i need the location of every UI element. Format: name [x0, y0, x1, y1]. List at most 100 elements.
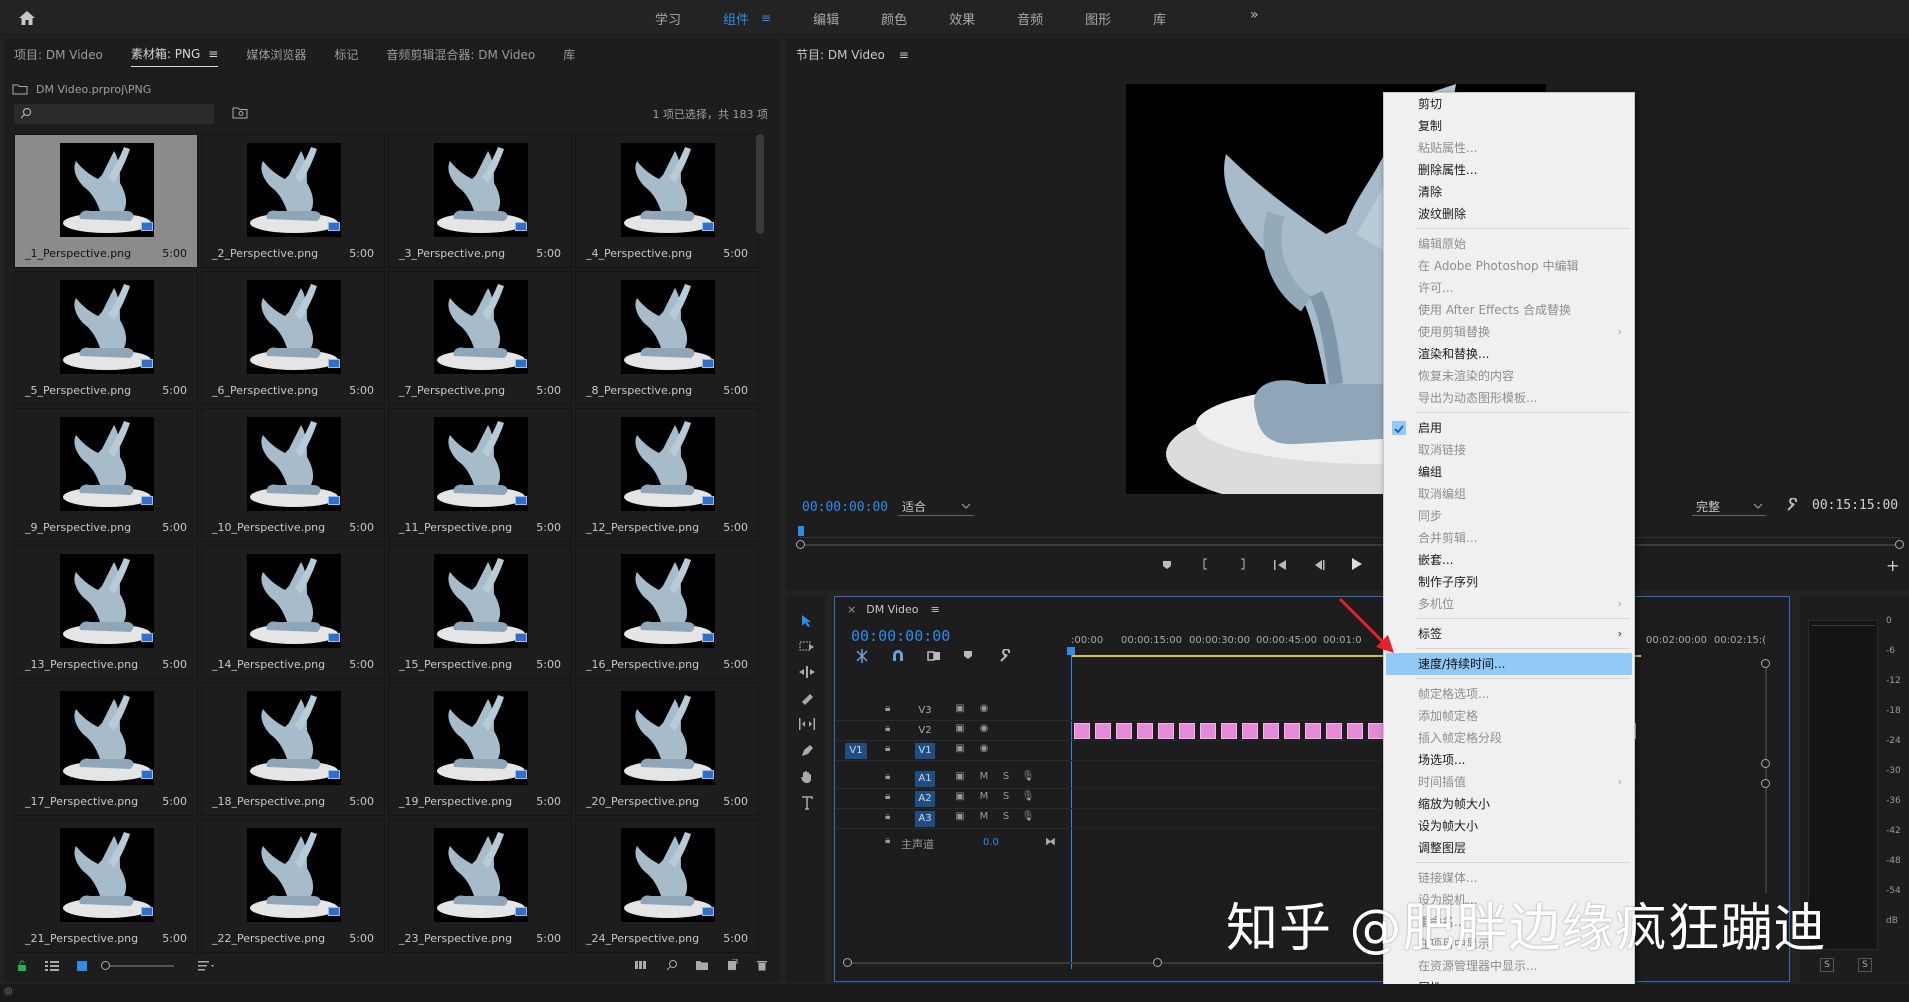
insert-sequence-as-nest-button[interactable]: [855, 649, 871, 663]
clip-thumbnail[interactable]: _7_Perspective.png 5:00: [388, 271, 572, 405]
workspace-tab-2[interactable]: 编辑: [813, 9, 839, 28]
clip-thumbnail[interactable]: _12_Perspective.png 5:00: [575, 408, 759, 542]
clip-thumbnail[interactable]: _14_Perspective.png 5:00: [201, 545, 385, 679]
pen-tool[interactable]: [798, 744, 816, 762]
context-menu-item[interactable]: 清除: [1384, 181, 1634, 203]
razor-tool[interactable]: [798, 692, 816, 710]
workspace-tab-6[interactable]: 图形: [1085, 9, 1111, 28]
clip-thumbnail[interactable]: _24_Perspective.png 5:00: [575, 819, 759, 953]
scroll-end-handle[interactable]: [1895, 540, 1904, 549]
context-menu-item[interactable]: 删除属性...: [1384, 159, 1634, 181]
mute-button[interactable]: M: [977, 791, 991, 805]
solo-button[interactable]: S: [999, 791, 1013, 805]
lock-icon[interactable]: 🔒︎: [885, 811, 897, 825]
clip-thumbnail[interactable]: _18_Perspective.png 5:00: [201, 682, 385, 816]
delete-button[interactable]: [754, 958, 770, 972]
play-button[interactable]: [1346, 558, 1368, 573]
snap-button[interactable]: [891, 649, 907, 663]
workspace-tab-4[interactable]: 效果: [949, 9, 975, 28]
vscroll-mid-handle[interactable]: [1761, 759, 1770, 768]
sync-lock-icon[interactable]: ▣: [953, 723, 967, 737]
clip-thumbnail[interactable]: _1_Perspective.png 5:00: [14, 134, 198, 268]
project-tab-2[interactable]: 媒体浏览器: [246, 42, 306, 67]
type-tool[interactable]: [798, 796, 816, 814]
clip-thumbnail[interactable]: _5_Perspective.png 5:00: [14, 271, 198, 405]
track-target[interactable]: V2: [915, 723, 935, 739]
eye-icon[interactable]: ◉: [977, 743, 991, 757]
clip-thumbnail[interactable]: _16_Perspective.png 5:00: [575, 545, 759, 679]
timeline-settings-button[interactable]: [999, 648, 1015, 663]
clip-thumbnail[interactable]: _8_Perspective.png 5:00: [575, 271, 759, 405]
icon-view-button[interactable]: [74, 959, 90, 973]
lock-icon[interactable]: 🔒︎: [885, 771, 897, 785]
context-menu-item[interactable]: 嵌套...: [1384, 549, 1634, 571]
new-search-bin-button[interactable]: [232, 106, 252, 122]
master-volume-value[interactable]: 0.0: [983, 837, 999, 848]
microphone-icon[interactable]: 🎙︎: [1021, 771, 1035, 785]
close-icon[interactable]: ×: [847, 603, 856, 616]
track-target[interactable]: A3: [915, 811, 935, 827]
fit-dropdown[interactable]: 适合: [898, 498, 974, 516]
selection-tool[interactable]: [798, 614, 816, 632]
solo-button[interactable]: S: [999, 771, 1013, 785]
context-menu-item[interactable]: 渲染和替换...: [1384, 343, 1634, 365]
linked-selection-button[interactable]: [927, 649, 943, 663]
timeline-timecode[interactable]: 00:00:00:00: [851, 627, 950, 645]
list-view-button[interactable]: [44, 959, 60, 973]
zoom-slider-knob[interactable]: [101, 961, 110, 970]
clip-thumbnail[interactable]: _10_Perspective.png 5:00: [201, 408, 385, 542]
automate-to-sequence-button[interactable]: [634, 958, 650, 972]
project-tab-4[interactable]: 音频剪辑混合器: DM Video: [386, 42, 535, 67]
track-select-tool[interactable]: [798, 640, 816, 658]
clip-thumbnail[interactable]: _22_Perspective.png 5:00: [201, 819, 385, 953]
go-to-end-icon[interactable]: ⧓: [1045, 835, 1056, 848]
lock-icon[interactable]: 🔒︎: [885, 743, 897, 757]
clip-thumbnail[interactable]: _23_Perspective.png 5:00: [388, 819, 572, 953]
track-target[interactable]: V1: [915, 743, 935, 759]
source-patch-v1[interactable]: V1: [845, 743, 867, 759]
program-zoom-scrollbar[interactable]: [796, 540, 1904, 549]
track-target[interactable]: A1: [915, 771, 935, 787]
add-marker-button[interactable]: [963, 649, 979, 663]
timeline-playhead[interactable]: [1067, 647, 1075, 655]
lock-icon[interactable]: 🔒︎: [885, 835, 897, 849]
context-menu-item[interactable]: 制作子序列: [1384, 571, 1634, 593]
program-timecode[interactable]: 00:00:00:00: [802, 500, 888, 515]
context-menu-item[interactable]: 速度/持续时间...: [1386, 653, 1632, 675]
new-item-button[interactable]: [724, 958, 740, 972]
panel-menu-icon[interactable]: ≡: [208, 47, 218, 61]
sync-lock-icon[interactable]: ▣: [953, 811, 967, 825]
track-header-a2[interactable]: 🔒︎ A2 ▣ M S 🎙︎: [835, 789, 1071, 809]
clip-thumbnail[interactable]: _6_Perspective.png 5:00: [201, 271, 385, 405]
context-menu-item[interactable]: 编组: [1384, 461, 1634, 483]
mark-out-button[interactable]: [1232, 558, 1254, 573]
clip-thumbnail[interactable]: _3_Perspective.png 5:00: [388, 134, 572, 268]
panel-menu-icon[interactable]: ≡: [931, 603, 940, 616]
eye-icon[interactable]: ◉: [977, 723, 991, 737]
timeline-tab[interactable]: × DM Video ≡: [847, 603, 940, 616]
settings-wrench-button[interactable]: [1786, 497, 1802, 514]
project-tab-5[interactable]: 库: [563, 42, 575, 67]
clip-thumbnail[interactable]: _4_Perspective.png 5:00: [575, 134, 759, 268]
lock-icon[interactable]: 🔒︎: [885, 723, 897, 737]
step-back-button[interactable]: [1308, 559, 1330, 573]
context-menu-item[interactable]: 设为帧大小: [1384, 815, 1634, 837]
track-target[interactable]: V3: [915, 703, 935, 719]
context-menu-item[interactable]: 复制: [1384, 115, 1634, 137]
context-menu-item[interactable]: 波纹删除: [1384, 203, 1634, 225]
track-header-a1[interactable]: 🔒︎ A1 ▣ M S 🎙︎: [835, 769, 1071, 789]
thumbnail-zoom-slider[interactable]: [101, 961, 174, 970]
workspace-tab-3[interactable]: 颜色: [881, 9, 907, 28]
workspace-menu-icon[interactable]: ≡: [761, 11, 771, 25]
clip-thumbnail[interactable]: _17_Perspective.png 5:00: [14, 682, 198, 816]
context-menu-item[interactable]: 调整图层: [1384, 837, 1634, 859]
track-header-v3[interactable]: 🔒︎ V3 ▣ ◉: [835, 701, 1071, 721]
workspace-tab-0[interactable]: 学习: [655, 9, 681, 28]
mute-button[interactable]: M: [977, 811, 991, 825]
clip-thumbnail[interactable]: _19_Perspective.png 5:00: [388, 682, 572, 816]
ripple-edit-tool[interactable]: [798, 666, 816, 684]
sort-button[interactable]: [198, 959, 214, 973]
project-scrollbar[interactable]: [756, 134, 764, 234]
add-marker-button[interactable]: [1156, 559, 1178, 573]
hscroll-start-handle[interactable]: [843, 958, 852, 967]
